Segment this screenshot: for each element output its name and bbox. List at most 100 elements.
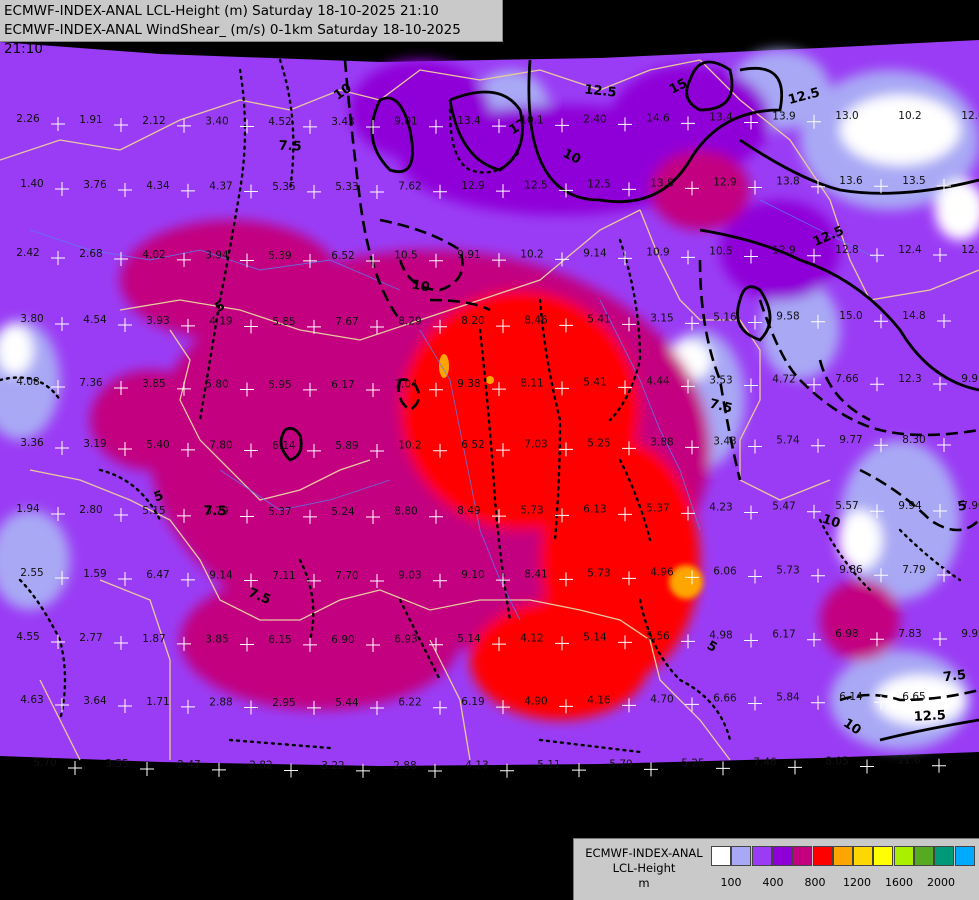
grid-value-label: 9.86 (839, 564, 863, 576)
grid-value-label: 6.52 (461, 439, 484, 451)
grid-value-label: 12.9 (772, 245, 795, 257)
grid-value-label: 13.0 (835, 110, 858, 122)
grid-value-label: 12.4 (898, 244, 922, 256)
grid-value-label: 10.2 (520, 248, 543, 260)
grid-value-label: 2.47 (177, 759, 200, 771)
grid-value-label: 5.84 (776, 692, 800, 704)
grid-value-label: 2.42 (16, 247, 39, 259)
grid-value-label: 8.41 (524, 568, 547, 580)
grid-value-label: 5.73 (520, 504, 543, 516)
grid-value-label: 6.15 (268, 634, 291, 646)
grid-value-label: 13.8 (776, 176, 799, 188)
grid-value-label: 1.59 (83, 568, 106, 580)
grid-value-label: 6.66 (713, 692, 737, 704)
grid-value-label: 6.06 (713, 565, 737, 577)
grid-value-label: 7.70 (335, 570, 358, 582)
grid-value-label: 8.80 (394, 506, 417, 518)
legend-parameter: LCL-Height (612, 861, 676, 875)
contour-value-label: 10 (410, 278, 430, 296)
legend-swatch (731, 846, 752, 866)
grid-value-label: 9.97 (961, 373, 979, 385)
grid-value-label: 14.6 (646, 112, 670, 124)
grid-value-label: 14.8 (902, 310, 925, 322)
grid-value-label: 8.30 (902, 434, 925, 446)
grid-value-label: 5.37 (268, 506, 291, 518)
grid-value-label: 9.91 (457, 249, 480, 261)
legend-swatch (873, 846, 894, 866)
grid-value-label: 6.17 (331, 379, 354, 391)
grid-value-label: 7.66 (835, 373, 859, 385)
grid-value-label: 3.85 (205, 634, 228, 646)
grid-value-label: 2.80 (79, 504, 102, 516)
grid-value-label: 4.63 (20, 694, 43, 706)
grid-value-label: 3.53 (709, 374, 732, 386)
grid-value-label: 5.73 (587, 567, 610, 579)
legend-title: ECMWF-INDEX-ANAL LCL-Height m (578, 846, 710, 891)
grid-value-label: 5.56 (646, 630, 670, 642)
grid-value-label: 4.54 (83, 314, 107, 326)
grid-value-label: 5.85 (272, 316, 295, 328)
map-title-line1: ECMWF-INDEX-ANAL LCL-Height (m) Saturday… (4, 3, 439, 19)
grid-value-label: 5.24 (331, 506, 355, 518)
grid-value-label: 9.14 (209, 570, 233, 582)
color-legend: ECMWF-INDEX-ANAL LCL-Height m 100 400 800 1… (573, 838, 979, 900)
grid-value-label: 8.29 (398, 316, 421, 328)
legend-swatch (812, 846, 833, 866)
grid-value-label: 9.38 (457, 378, 480, 390)
grid-value-label: 9.94 (898, 500, 922, 512)
grid-value-label: 4.72 (772, 374, 795, 386)
grid-value-label: 7.83 (898, 628, 921, 640)
grid-value-label: 3.85 (142, 378, 165, 390)
legend-swatch (934, 846, 955, 866)
grid-value-label: 9.01 (394, 116, 417, 128)
legend-unit: m (638, 876, 650, 890)
grid-value-label: 6.22 (398, 697, 421, 709)
grid-value-label: 7.36 (79, 377, 103, 389)
grid-value-label: 3.36 (20, 437, 44, 449)
legend-tick-label: 2000 (927, 876, 955, 889)
grid-value-label: 2.40 (583, 113, 606, 125)
grid-value-label: 7.46 (753, 756, 777, 768)
grid-value-label: 3.88 (650, 436, 673, 448)
grid-value-label: 2.88 (393, 760, 416, 772)
grid-value-label: 2.82 (249, 760, 272, 772)
grid-value-label: 5.25 (681, 757, 704, 769)
grid-value-label: 3.93 (146, 315, 169, 327)
grid-value-label: 2.95 (272, 697, 295, 709)
grid-value-label: 11.6 (897, 755, 921, 767)
grid-value-label: 6.17 (772, 629, 795, 641)
map-title-line2: ECMWF-INDEX-ANAL WindShear_ (m/s) 0-1km … (4, 22, 461, 57)
grid-value-label: 8.46 (524, 314, 548, 326)
legend-swatch (751, 846, 772, 866)
legend-swatch (771, 846, 792, 866)
grid-value-label: 5.47 (772, 501, 795, 513)
grid-value-label: 8.49 (457, 505, 480, 517)
grid-value-label: 2.77 (79, 632, 102, 644)
legend-swatch (954, 846, 975, 866)
grid-value-label: 5.44 (335, 697, 359, 709)
map-canvas: 2.26 1.91 2.12 3.40 4.52 3.43 9.01 13.4 10.1 2.40… (0, 0, 979, 900)
grid-value-label: 15.0 (839, 310, 862, 322)
map-title-box: ECMWF-INDEX-ANAL LCL-Height (m) Saturday… (0, 0, 503, 57)
grid-value-label: 5.41 (583, 376, 606, 388)
grid-value-label: 5.14 (583, 631, 607, 643)
grid-value-label: 7.62 (398, 181, 421, 193)
grid-value-label: 3.43 (713, 435, 736, 447)
grid-value-label: 7.79 (902, 564, 925, 576)
grid-value-label: 4.70 (650, 693, 673, 705)
legend-swatch (893, 846, 914, 866)
legend-tick-label: 1200 (843, 876, 871, 889)
contour-value-label: 7.5 (278, 139, 302, 155)
grid-value-label: 9.03 (398, 570, 421, 582)
grid-value-label: 13.4 (709, 111, 733, 123)
grid-value-label: 5.41 (587, 313, 610, 325)
grid-value-label: 5.74 (776, 435, 800, 447)
grid-value-label: 4.16 (587, 694, 611, 706)
grid-value-label: 5.16 (713, 311, 737, 323)
grid-value-label: 4.08 (16, 376, 39, 388)
grid-value-label: 4.37 (209, 181, 232, 193)
grid-value-label: 12.6 (961, 110, 979, 122)
grid-value-label: 4.12 (520, 632, 543, 644)
grid-value-label: 5.14 (457, 633, 481, 645)
grid-value-label: 7.67 (335, 316, 358, 328)
